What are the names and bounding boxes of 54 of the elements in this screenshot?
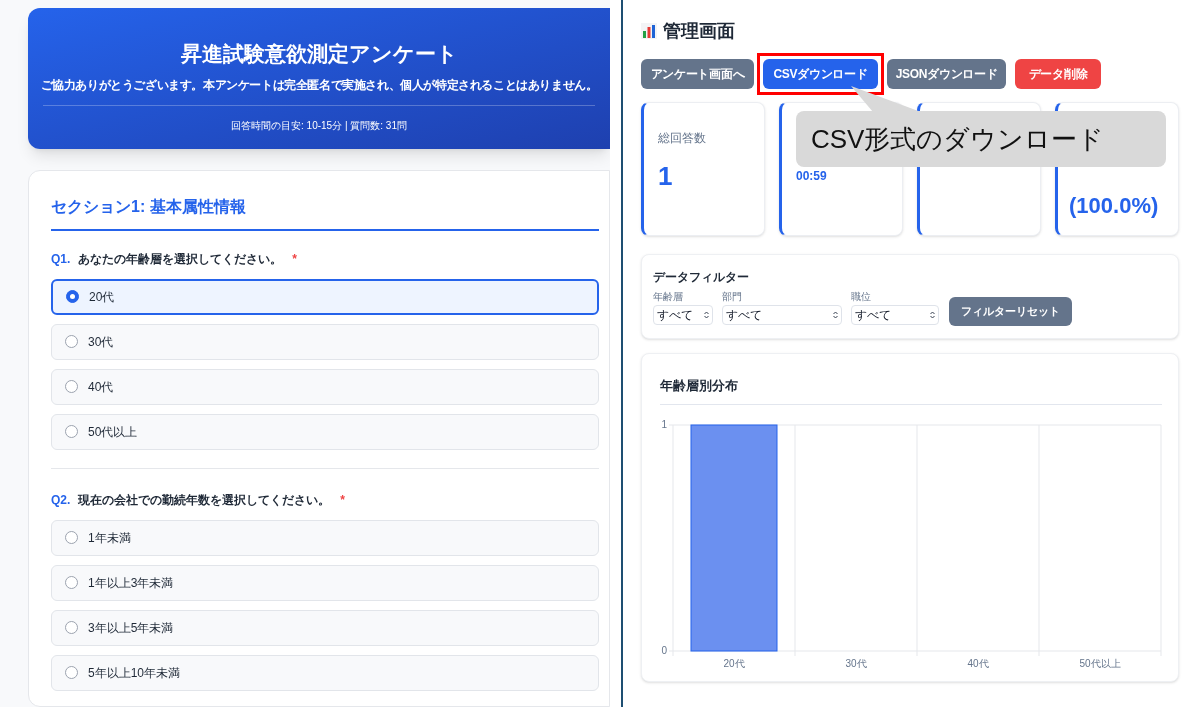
radio-button[interactable] (65, 621, 78, 635)
toolbar-button[interactable]: JSONダウンロード (887, 59, 1006, 89)
section-title: セクション1: 基本属性情報 (51, 196, 247, 217)
toolbar-button[interactable]: データ削除 (1015, 59, 1101, 89)
select-field[interactable]: すべて (653, 305, 713, 325)
stat-value: 1 (658, 160, 674, 193)
radio-option[interactable]: 3年以上5年未満 (51, 609, 599, 646)
radio-button[interactable] (66, 290, 79, 304)
radio-button[interactable] (65, 380, 78, 394)
radio-button[interactable] (65, 425, 78, 439)
radio-button[interactable] (65, 531, 78, 545)
question-text: 現在の会社での勤続年数を選択してください。 (78, 491, 331, 509)
filter-label: 職位 (851, 290, 872, 304)
toolbar-button[interactable]: アンケート画面へ (641, 59, 754, 89)
radio-option[interactable]: 40代 (51, 368, 599, 405)
x-tick-label: 30代 (845, 657, 867, 668)
toolbar-button[interactable]: CSVダウンロード (763, 59, 878, 89)
question-text: あなたの年齢層を選択してください。 (78, 250, 283, 268)
radio-option[interactable]: 5年以上10年未満 (51, 654, 599, 691)
radio-option[interactable]: 30代 (51, 323, 599, 360)
filter-label: 年齢層 (653, 290, 684, 304)
filter-label: 部門 (722, 290, 743, 304)
radio-button[interactable] (65, 666, 78, 680)
stat-value: 00:59 (796, 168, 828, 185)
radio-option[interactable]: 20代 (51, 278, 599, 315)
question-number: Q2. (51, 491, 71, 509)
survey-intro: ご協力ありがとうございます。本アンケートは完全匿名で実施され、個人が特定されることはありません。 (40, 77, 598, 94)
select-field[interactable]: すべて (722, 305, 842, 325)
radio-option[interactable]: 1年以上3年未満 (51, 564, 599, 601)
survey-title: 昇進試験意欲測定アンケート (180, 41, 458, 67)
radio-option[interactable]: 1年未満 (51, 519, 599, 556)
required-mark: * (340, 491, 345, 509)
x-tick-label: 40代 (967, 657, 989, 668)
stat-value: (100.0%) (1069, 192, 1160, 220)
filter-title: データフィルター (653, 269, 750, 286)
y-tick-label: 0 (661, 644, 667, 656)
chevron-icon (930, 311, 935, 319)
chevron-icon (833, 311, 838, 319)
select-field[interactable]: すべて (851, 305, 939, 325)
radio-button[interactable] (65, 576, 78, 590)
y-tick-label: 1 (661, 418, 667, 430)
required-mark: * (292, 250, 297, 268)
stat-label: 総回答数 (658, 130, 707, 147)
radio-option[interactable]: 50代以上 (51, 413, 599, 450)
survey-meta: 回答時間の目安: 10-15分 | 質問数: 31問 (231, 119, 407, 133)
question-number: Q1. (51, 250, 71, 268)
chart-title: 年齢層別分布 (660, 377, 739, 395)
reset-button[interactable]: フィルターリセット (949, 297, 1072, 326)
chevron-icon (704, 311, 709, 319)
bar-chart-icon (641, 23, 657, 39)
x-tick-label: 50代以上 (1079, 657, 1121, 668)
admin-title: 管理画面 (663, 19, 735, 43)
radio-button[interactable] (65, 335, 78, 349)
x-tick-label: 20代 (723, 657, 745, 668)
